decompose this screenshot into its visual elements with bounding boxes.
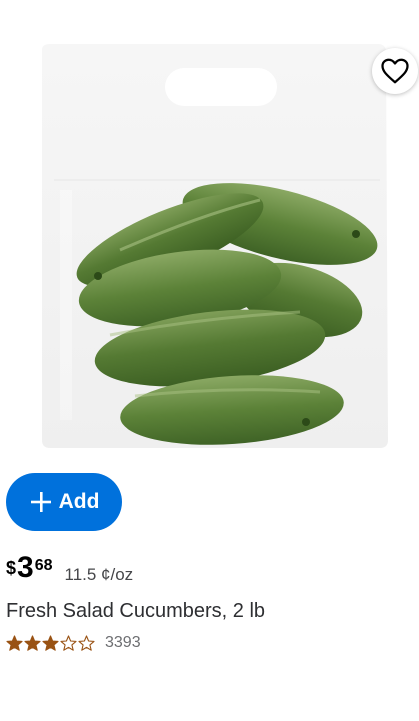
star-filled-icon (6, 634, 23, 651)
price-whole: 3 (17, 551, 34, 584)
heart-outline-icon (381, 58, 409, 84)
star-empty-icon (78, 634, 95, 651)
plus-icon (29, 490, 53, 514)
star-empty-icon (60, 634, 77, 651)
unit-price: 11.5 ¢/oz (64, 565, 134, 584)
product-image-area[interactable] (0, 0, 419, 460)
add-button-label: Add (58, 490, 100, 513)
star-rating (6, 634, 95, 652)
add-to-cart-button[interactable]: Add (6, 473, 122, 531)
star-filled-icon (42, 634, 59, 651)
product-card[interactable]: Add $ 3 68 11.5 ¢/oz Fresh Salad Cucumbe… (0, 0, 419, 721)
star-filled-icon (24, 634, 41, 651)
product-image (42, 44, 388, 448)
price-cents: 68 (34, 557, 53, 574)
product-title[interactable]: Fresh Salad Cucumbers, 2 lb (6, 600, 265, 623)
review-count: 3393 (105, 634, 141, 651)
rating[interactable]: 3393 (6, 632, 141, 654)
price: $ 3 68 11.5 ¢/oz (6, 553, 133, 589)
favorite-button[interactable] (372, 48, 418, 94)
price-currency-symbol: $ (6, 558, 17, 578)
